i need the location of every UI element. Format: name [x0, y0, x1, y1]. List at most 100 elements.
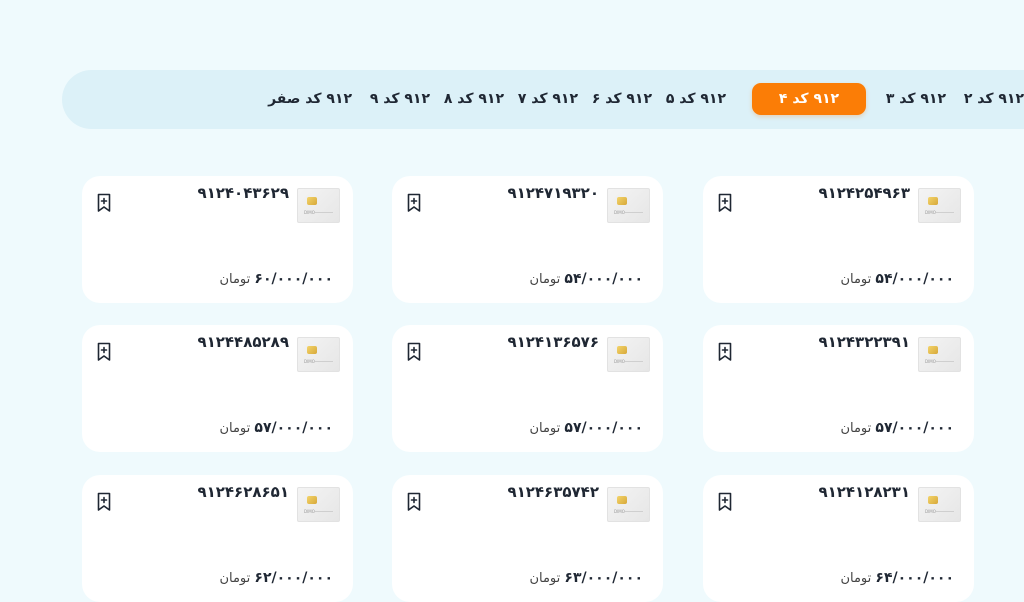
- sim-card-icon: DIMO: [918, 188, 961, 223]
- phone-number: ۹۱۲۴۰۴۳۶۲۹: [197, 184, 289, 202]
- sim-card-line: [936, 212, 954, 213]
- sim-chip: [307, 197, 317, 205]
- sim-chip: [928, 197, 938, 205]
- sim-brand-label: DIMO: [304, 509, 315, 514]
- price-currency: تومان: [219, 571, 251, 586]
- bookmark-plus-icon[interactable]: [406, 193, 422, 213]
- price-label: ۵۴/۰۰۰/۰۰۰ تومان: [840, 271, 954, 287]
- price-currency: تومان: [529, 571, 561, 586]
- price-currency: تومان: [529, 272, 561, 287]
- price-currency: تومان: [840, 571, 872, 586]
- sim-brand-label: DIMO: [925, 509, 936, 514]
- sim-chip: [617, 197, 627, 205]
- sim-card-line: [315, 361, 333, 362]
- sim-brand-label: DIMO: [925, 359, 936, 364]
- price-amount: ۵۷/۰۰۰/۰۰۰: [875, 420, 954, 436]
- phone-number: ۹۱۲۴۷۱۹۳۲۰: [507, 184, 599, 202]
- price-amount: ۵۷/۰۰۰/۰۰۰: [254, 420, 333, 436]
- bookmark-plus-icon[interactable]: [96, 342, 112, 362]
- phone-number: ۹۱۲۴۲۵۴۹۶۳: [818, 184, 910, 202]
- sim-chip: [617, 346, 627, 354]
- price-currency: تومان: [840, 421, 872, 436]
- bookmark-plus-icon[interactable]: [96, 492, 112, 512]
- number-card[interactable]: DIMO ۹۱۲۴۷۱۹۳۲۰ ۵۴/۰۰۰/۰۰۰ تومان: [392, 176, 663, 303]
- bookmark-plus-icon[interactable]: [717, 342, 733, 362]
- phone-number: ۹۱۲۴۶۳۵۷۴۲: [507, 483, 599, 501]
- tab-912-code-7[interactable]: ۹۱۲ کد ۷: [518, 83, 578, 115]
- price-currency: تومان: [529, 421, 561, 436]
- sim-card-icon: DIMO: [918, 487, 961, 522]
- price-amount: ۶۴/۰۰۰/۰۰۰: [875, 570, 954, 586]
- price-label: ۵۷/۰۰۰/۰۰۰ تومان: [219, 420, 333, 436]
- bookmark-plus-icon[interactable]: [406, 492, 422, 512]
- sim-brand-label: DIMO: [614, 509, 625, 514]
- bookmark-plus-icon[interactable]: [717, 492, 733, 512]
- sim-chip: [928, 496, 938, 504]
- sim-chip: [307, 496, 317, 504]
- sim-card-line: [625, 212, 643, 213]
- number-card[interactable]: DIMO ۹۱۲۴۰۴۳۶۲۹ ۶۰/۰۰۰/۰۰۰ تومان: [82, 176, 353, 303]
- number-card[interactable]: DIMO ۹۱۲۴۱۳۶۵۷۶ ۵۷/۰۰۰/۰۰۰ تومان: [392, 325, 663, 452]
- sim-card-icon: DIMO: [297, 487, 340, 522]
- sim-card-line: [625, 361, 643, 362]
- category-tab-bar: ۹۱۲ کد ۲ ۹۱۲ کد ۳ ۹۱۲ کد ۴ ۹۱۲ کد ۵ ۹۱۲ …: [62, 70, 1024, 129]
- tab-912-code-5[interactable]: ۹۱۲ کد ۵: [666, 83, 726, 115]
- bookmark-plus-icon[interactable]: [406, 342, 422, 362]
- sim-card-icon: DIMO: [607, 487, 650, 522]
- sim-brand-label: DIMO: [304, 210, 315, 215]
- phone-number: ۹۱۲۴۳۲۲۳۹۱: [818, 333, 910, 351]
- price-amount: ۶۰/۰۰۰/۰۰۰: [254, 271, 333, 287]
- sim-brand-label: DIMO: [614, 359, 625, 364]
- tab-912-code-4[interactable]: ۹۱۲ کد ۴: [752, 83, 866, 115]
- price-amount: ۵۴/۰۰۰/۰۰۰: [564, 271, 643, 287]
- price-label: ۶۴/۰۰۰/۰۰۰ تومان: [840, 570, 954, 586]
- number-card[interactable]: DIMO ۹۱۲۴۳۲۲۳۹۱ ۵۷/۰۰۰/۰۰۰ تومان: [703, 325, 974, 452]
- phone-number: ۹۱۲۴۱۲۸۲۳۱: [818, 483, 910, 501]
- tab-912-code-3[interactable]: ۹۱۲ کد ۳: [886, 83, 946, 115]
- price-label: ۵۴/۰۰۰/۰۰۰ تومان: [529, 271, 643, 287]
- tab-912-code-6[interactable]: ۹۱۲ کد ۶: [592, 83, 652, 115]
- tab-912-code-8[interactable]: ۹۱۲ کد ۸: [444, 83, 504, 115]
- sim-brand-label: DIMO: [304, 359, 315, 364]
- tab-912-code-2[interactable]: ۹۱۲ کد ۲: [964, 83, 1024, 115]
- sim-card-line: [936, 511, 954, 512]
- price-amount: ۵۷/۰۰۰/۰۰۰: [564, 420, 643, 436]
- number-card[interactable]: DIMO ۹۱۲۴۱۲۸۲۳۱ ۶۴/۰۰۰/۰۰۰ تومان: [703, 475, 974, 602]
- sim-card-icon: DIMO: [607, 188, 650, 223]
- price-label: ۵۷/۰۰۰/۰۰۰ تومان: [529, 420, 643, 436]
- sim-chip: [307, 346, 317, 354]
- price-label: ۶۳/۰۰۰/۰۰۰ تومان: [529, 570, 643, 586]
- tab-912-code-9[interactable]: ۹۱۲ کد ۹: [370, 83, 430, 115]
- sim-card-icon: DIMO: [297, 337, 340, 372]
- sim-card-line: [315, 511, 333, 512]
- price-label: ۶۰/۰۰۰/۰۰۰ تومان: [219, 271, 333, 287]
- price-amount: ۶۳/۰۰۰/۰۰۰: [564, 570, 643, 586]
- sim-card-line: [315, 212, 333, 213]
- price-label: ۵۷/۰۰۰/۰۰۰ تومان: [840, 420, 954, 436]
- sim-card-icon: DIMO: [918, 337, 961, 372]
- price-amount: ۵۴/۰۰۰/۰۰۰: [875, 271, 954, 287]
- phone-number: ۹۱۲۴۱۳۶۵۷۶: [507, 333, 599, 351]
- sim-card-icon: DIMO: [607, 337, 650, 372]
- price-amount: ۶۲/۰۰۰/۰۰۰: [254, 570, 333, 586]
- price-label: ۶۲/۰۰۰/۰۰۰ تومان: [219, 570, 333, 586]
- sim-card-line: [625, 511, 643, 512]
- sim-card-line: [936, 361, 954, 362]
- price-currency: تومان: [219, 421, 251, 436]
- number-card[interactable]: DIMO ۹۱۲۴۲۵۴۹۶۳ ۵۴/۰۰۰/۰۰۰ تومان: [703, 176, 974, 303]
- number-card[interactable]: DIMO ۹۱۲۴۴۸۵۲۸۹ ۵۷/۰۰۰/۰۰۰ تومان: [82, 325, 353, 452]
- phone-number: ۹۱۲۴۶۲۸۶۵۱: [197, 483, 289, 501]
- sim-card-icon: DIMO: [297, 188, 340, 223]
- bookmark-plus-icon[interactable]: [96, 193, 112, 213]
- phone-number: ۹۱۲۴۴۸۵۲۸۹: [197, 333, 289, 351]
- sim-chip: [928, 346, 938, 354]
- number-card[interactable]: DIMO ۹۱۲۴۶۳۵۷۴۲ ۶۳/۰۰۰/۰۰۰ تومان: [392, 475, 663, 602]
- bookmark-plus-icon[interactable]: [717, 193, 733, 213]
- sim-brand-label: DIMO: [925, 210, 936, 215]
- sim-brand-label: DIMO: [614, 210, 625, 215]
- sim-chip: [617, 496, 627, 504]
- price-currency: تومان: [840, 272, 872, 287]
- price-currency: تومان: [219, 272, 251, 287]
- tab-912-code-zero[interactable]: ۹۱۲ کد صفر: [268, 83, 352, 115]
- number-card[interactable]: DIMO ۹۱۲۴۶۲۸۶۵۱ ۶۲/۰۰۰/۰۰۰ تومان: [82, 475, 353, 602]
